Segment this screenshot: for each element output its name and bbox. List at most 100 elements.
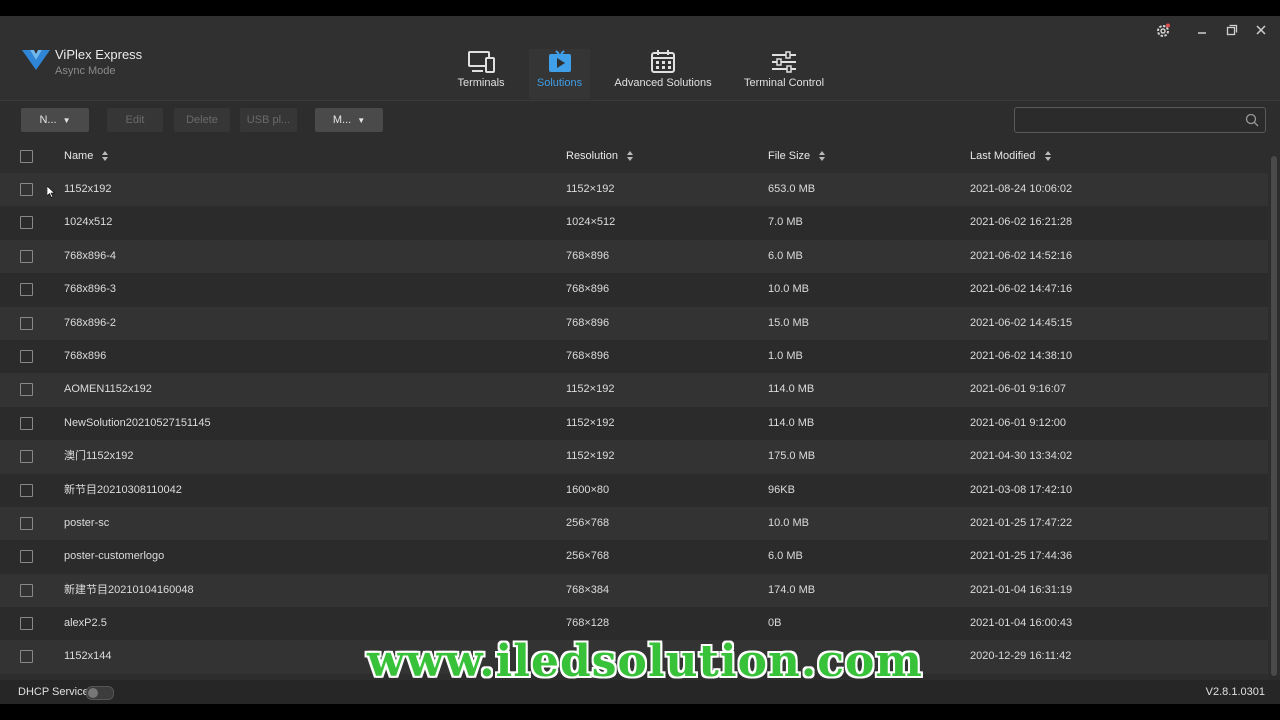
cell-name: poster-customerlogo (64, 550, 165, 563)
table-row[interactable]: poster-customerlogo 256×768 6.0 MB 2021-… (0, 540, 1268, 574)
row-checkbox[interactable] (20, 416, 33, 430)
restore-icon[interactable] (1226, 24, 1238, 36)
row-checkbox[interactable] (20, 283, 33, 297)
cell-file-size: 6.0 MB (768, 249, 803, 262)
table-row[interactable]: AOMEN1152x192 1152×192 114.0 MB 2021-06-… (0, 373, 1268, 407)
table-row[interactable]: 768x896 768×896 1.0 MB 2021-06-02 14:38:… (0, 339, 1268, 374)
cell-file-size: 114.0 MB (768, 416, 815, 429)
tab-solutions-label: Solutions (536, 77, 583, 89)
cell-last-modified: 2021-08-24 10:06:02 (970, 183, 1073, 195)
search-box[interactable] (1014, 107, 1266, 133)
usb-playback-button[interactable]: USB pl... (240, 108, 297, 132)
cell-resolution: 768×384 (566, 583, 610, 596)
table-row[interactable]: 1024x512 1024×512 7.0 MB 2021-06-02 16:2… (0, 206, 1268, 240)
row-checkbox[interactable] (20, 516, 33, 530)
cell-name: AOMEN1152x192 (64, 383, 152, 396)
row-checkbox[interactable] (20, 583, 33, 597)
cell-resolution: 256×768 (566, 550, 610, 563)
search-icon[interactable] (1245, 113, 1259, 127)
row-checkbox[interactable] (20, 550, 33, 564)
tab-terminals[interactable]: Terminals (448, 49, 514, 99)
app-mode: Async Mode (55, 65, 116, 77)
row-checkbox[interactable] (20, 617, 33, 631)
cell-last-modified: 2021-04-30 13:34:02 (970, 450, 1073, 463)
tab-solutions[interactable]: Solutions (529, 49, 590, 99)
solutions-table: Name Resolution File Size Last Modified … (0, 140, 1268, 674)
cell-name: 新建节目20210104160048 (64, 583, 194, 596)
more-button-label: M... (332, 114, 352, 126)
row-checkbox[interactable] (20, 249, 33, 263)
tab-terminals-label: Terminals (457, 77, 505, 89)
more-button[interactable]: M... ▼ (315, 108, 383, 132)
row-checkbox[interactable] (20, 383, 33, 397)
cell-resolution: 1152×192 (566, 383, 615, 396)
cell-file-size: 15.0 MB (768, 316, 809, 329)
tab-advanced-solutions[interactable]: Advanced Solutions (608, 49, 718, 99)
table-row[interactable]: 1152x192 1152×192 653.0 MB 2021-08-24 10… (0, 173, 1268, 207)
cell-resolution: 1024×512 (566, 216, 616, 229)
close-icon[interactable] (1255, 24, 1267, 36)
app-title: ViPlex Express (55, 47, 143, 62)
table-row[interactable]: poster-sc 256×768 10.0 MB 2021-01-25 17:… (0, 506, 1268, 541)
column-header-file-size[interactable]: File Size (768, 140, 826, 173)
search-input[interactable] (1021, 110, 1240, 130)
table-row[interactable]: 澳门1152x192 1152×192 175.0 MB 2021-04-30 … (0, 440, 1268, 474)
cell-name: 1024x512 (64, 216, 113, 229)
new-button[interactable]: N... ▼ (21, 108, 89, 132)
table-row[interactable]: 768x896-4 768×896 6.0 MB 2021-06-02 14:5… (0, 239, 1268, 274)
cell-last-modified: 2021-01-04 16:31:19 (970, 583, 1073, 596)
table-row[interactable]: 新节目20210308110042 1600×80 96KB 2021-03-0… (0, 473, 1268, 507)
cell-resolution: 768×896 (566, 249, 610, 262)
row-checkbox[interactable] (20, 650, 33, 664)
cell-name: NewSolution20210527151145 (64, 416, 211, 429)
cell-last-modified: 2021-06-02 16:21:28 (970, 216, 1073, 229)
minimize-icon[interactable] (1196, 25, 1208, 37)
cell-name: 768x896-3 (64, 283, 116, 296)
cell-name: poster-sc (64, 516, 110, 529)
select-all-checkbox[interactable] (20, 150, 33, 163)
sort-icon (1044, 151, 1051, 162)
watermark-text: www.iledsolution.com (367, 636, 923, 687)
dhcp-service-toggle[interactable] (86, 686, 114, 700)
row-checkbox[interactable] (20, 316, 33, 330)
scrollbar-thumb[interactable] (1271, 156, 1277, 676)
toolbar: N... ▼ Edit Delete USB pl... M... ▼ (0, 101, 1280, 139)
tab-terminal-control[interactable]: Terminal Control (738, 49, 830, 99)
row-checkbox[interactable] (20, 450, 33, 464)
cell-resolution: 256×768 (566, 516, 610, 529)
cell-last-modified: 2021-06-02 14:45:15 (970, 316, 1073, 329)
column-header-resolution[interactable]: Resolution (566, 140, 634, 173)
mouse-cursor-icon (47, 186, 55, 198)
edit-button[interactable]: Edit (107, 108, 163, 132)
chevron-down-icon: ▼ (357, 116, 366, 125)
row-checkbox[interactable] (20, 483, 33, 497)
cell-file-size: 96KB (768, 483, 795, 496)
cell-file-size: 653.0 MB (768, 183, 816, 195)
cell-last-modified: 2021-06-02 14:38:10 (970, 349, 1073, 362)
row-checkbox[interactable] (20, 349, 33, 363)
cell-name: 1152x144 (64, 650, 112, 663)
chevron-down-icon: ▼ (62, 116, 71, 125)
row-checkbox[interactable] (20, 216, 33, 230)
cell-name: 768x896-2 (64, 316, 116, 329)
cell-name: 新节目20210308110042 (64, 483, 182, 496)
table-row[interactable]: 新建节目20210104160048 768×384 174.0 MB 2021… (0, 573, 1268, 608)
table-row[interactable]: NewSolution20210527151145 1152×192 114.0… (0, 406, 1268, 441)
cell-resolution: 768×896 (566, 316, 610, 329)
gear-icon[interactable] (1155, 23, 1171, 39)
column-header-name[interactable]: Name (64, 140, 109, 173)
cell-last-modified: 2020-12-29 16:11:42 (970, 650, 1072, 663)
delete-button[interactable]: Delete (174, 108, 230, 132)
row-checkbox[interactable] (20, 183, 33, 196)
sort-icon (627, 151, 634, 162)
calendar-icon (651, 50, 675, 73)
table-row[interactable]: 768x896-3 768×896 10.0 MB 2021-06-02 14:… (0, 273, 1268, 307)
monitor-icon (468, 51, 495, 73)
table-row[interactable]: 768x896-2 768×896 15.0 MB 2021-06-02 14:… (0, 306, 1268, 340)
sort-icon (819, 151, 826, 162)
cell-file-size: 10.0 MB (768, 283, 809, 296)
cell-resolution: 1600×80 (566, 483, 610, 496)
vertical-scrollbar[interactable] (1270, 156, 1278, 681)
column-header-last-modified[interactable]: Last Modified (970, 140, 1052, 173)
sort-icon (102, 151, 109, 162)
